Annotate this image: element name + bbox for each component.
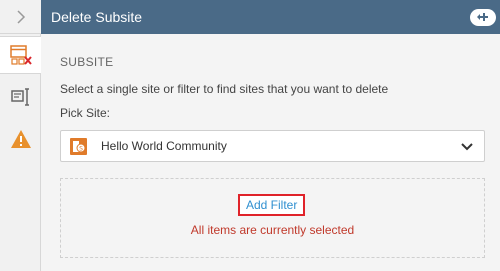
svg-text:S: S: [79, 146, 83, 153]
chevron-down-icon: [461, 143, 473, 151]
tab-properties[interactable]: [0, 78, 41, 116]
selected-site: Hello World Community: [101, 139, 227, 153]
panel-header: Delete Subsite: [41, 0, 500, 34]
add-pill: [470, 8, 496, 26]
pick-site-label: Pick Site:: [60, 106, 111, 120]
pick-site-dropdown[interactable]: S Hello World Community: [60, 130, 485, 162]
section-title: SUBSITE: [60, 55, 114, 69]
warning-icon: [10, 130, 31, 148]
chevron-right-icon: [16, 9, 25, 24]
selection-status: All items are currently selected: [190, 223, 355, 237]
add-button[interactable]: [466, 6, 500, 28]
site-icon: S: [70, 138, 87, 155]
delete-subsite-icon: [10, 45, 32, 65]
panel-content: SUBSITE Select a single site or filter t…: [41, 34, 500, 271]
tab-delete-subsite[interactable]: [0, 36, 42, 74]
filter-area: Add Filter All items are currently selec…: [60, 178, 485, 258]
collapse-rail-button[interactable]: [0, 0, 41, 34]
add-icon: [477, 13, 488, 21]
add-filter-link[interactable]: Add Filter: [238, 194, 306, 216]
properties-icon: [10, 88, 29, 106]
instructions-text: Select a single site or filter to find s…: [60, 82, 389, 96]
left-rail: [0, 0, 42, 271]
panel-title: Delete Subsite: [51, 9, 143, 25]
tab-warnings[interactable]: [0, 120, 41, 158]
